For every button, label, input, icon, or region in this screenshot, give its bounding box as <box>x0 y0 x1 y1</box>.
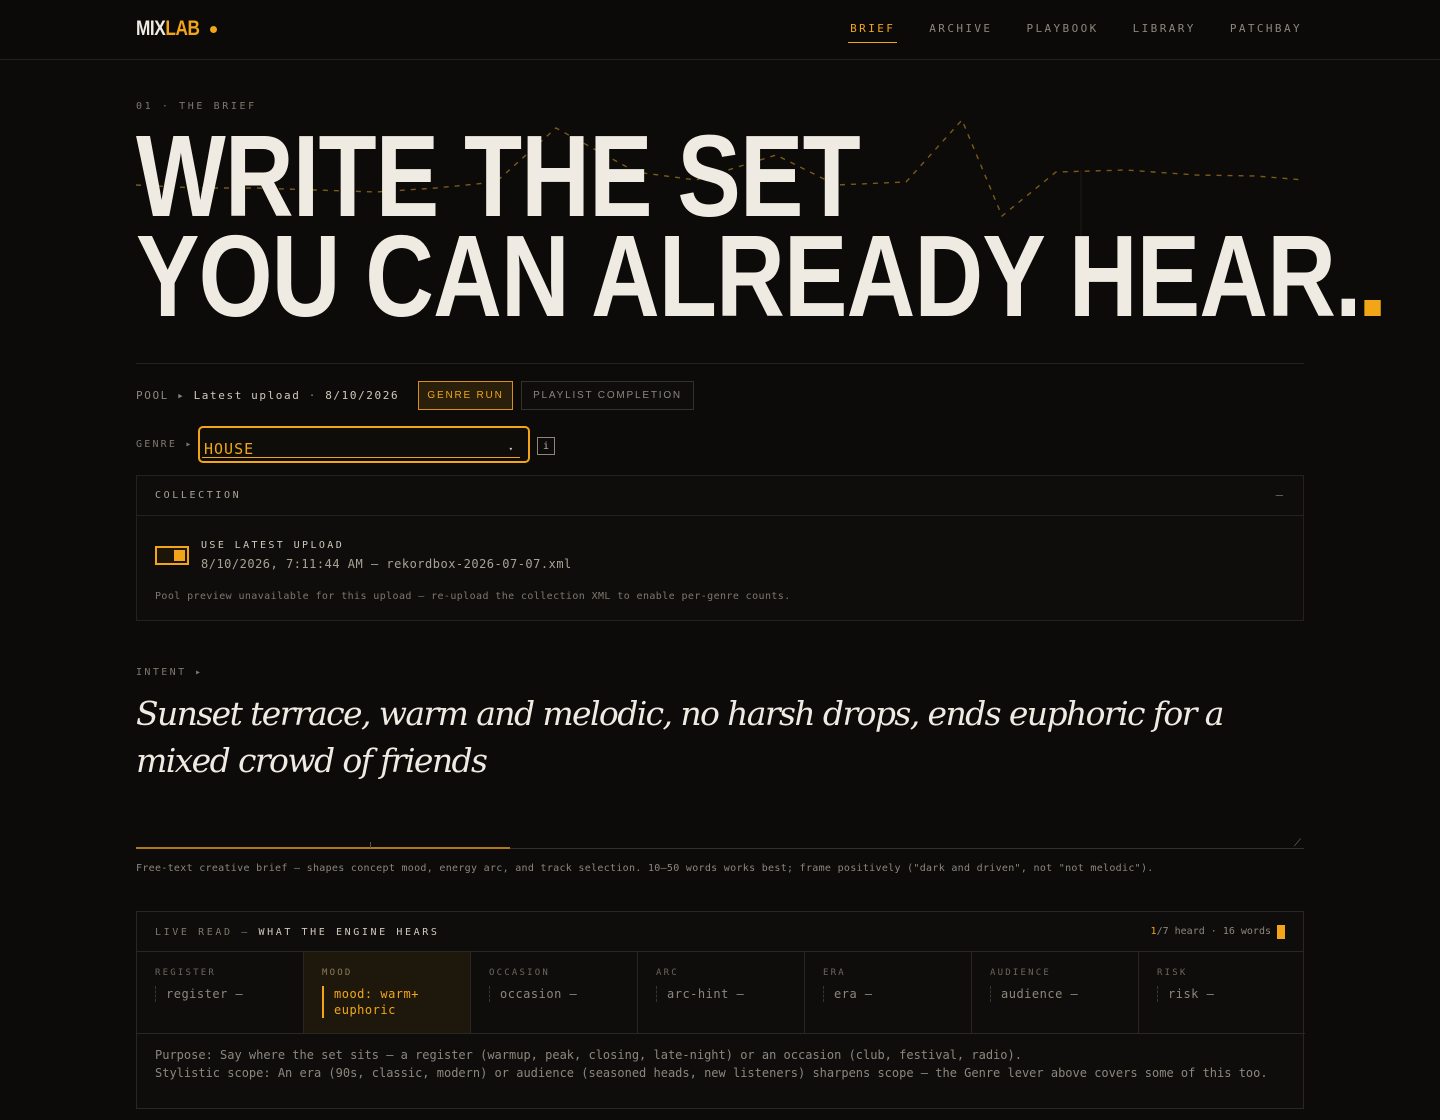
chevron-down-icon: ▾ <box>508 445 513 453</box>
pool-label: POOL ▸ <box>136 389 186 402</box>
pool-latest: Latest upload <box>193 389 301 402</box>
cell-register: REGISTER register — <box>137 952 304 1033</box>
cell-label: ERA <box>823 968 846 978</box>
cell-audience: AUDIENCE audience — <box>972 952 1139 1033</box>
use-latest-label: USE LATEST UPLOAD <box>201 540 345 551</box>
cell-value: risk — <box>1157 986 1214 1002</box>
cell-label: RISK <box>1157 968 1188 978</box>
cell-era: ERA era — <box>805 952 972 1033</box>
intent-helper-text: Free-text creative brief — shapes concep… <box>136 863 1154 874</box>
cell-value: audience — <box>990 986 1078 1002</box>
live-read-title: LIVE READ — WHAT THE ENGINE HEARS <box>155 927 439 938</box>
cell-label: OCCASION <box>489 968 550 978</box>
collection-title: COLLECTION <box>155 490 242 501</box>
collection-panel: COLLECTION — USE LATEST UPLOAD 8/10/2026… <box>136 475 1304 621</box>
cursor-square-icon <box>1364 300 1381 316</box>
main-nav: BRIEF ARCHIVE PLAYBOOK LIBRARY PATCHBAY <box>848 22 1302 43</box>
cell-label: ARC <box>656 968 679 978</box>
live-read-cells: REGISTER register — MOOD mood: warm+ eup… <box>137 952 1305 1034</box>
live-read-panel: LIVE READ — WHAT THE ENGINE HEARS 1/7 he… <box>136 911 1305 1109</box>
hero-line-2: YOU CAN ALREADY HEAR <box>136 211 1336 341</box>
genre-select-value: HOUSE <box>204 440 255 458</box>
playlist-completion-button[interactable]: PLAYLIST COMPLETION <box>521 381 694 410</box>
cell-arc: ARC arc-hint — <box>638 952 805 1033</box>
live-read-title-b: WHAT THE ENGINE HEARS <box>258 927 440 938</box>
intent-length-progress <box>136 847 510 849</box>
cell-value: register — <box>155 986 243 1002</box>
cell-risk: RISK risk — <box>1139 952 1305 1033</box>
cell-value: occasion — <box>489 986 577 1002</box>
pool-date: 8/10/2026 <box>325 389 400 402</box>
nav-library[interactable]: LIBRARY <box>1133 22 1196 43</box>
cell-label: MOOD <box>322 968 353 978</box>
intent-label: INTENT ▸ <box>136 667 204 678</box>
cell-value: mood: warm+ euphoric <box>322 986 432 1018</box>
logo-mix: MIX <box>136 17 166 40</box>
use-latest-toggle[interactable] <box>155 546 189 565</box>
genre-select-inner: HOUSE ▾ <box>202 432 520 458</box>
heard-counter: 1/7 heard · 16 words <box>1151 926 1271 937</box>
collapse-icon[interactable]: — <box>1276 488 1283 502</box>
word-count: · 16 words <box>1210 926 1271 937</box>
nav-patchbay[interactable]: PATCHBAY <box>1230 22 1302 43</box>
live-read-header: LIVE READ — WHAT THE ENGINE HEARS 1/7 he… <box>137 912 1303 952</box>
genre-select[interactable]: HOUSE ▾ <box>198 426 530 463</box>
logo-lab: LAB <box>165 17 200 40</box>
purpose-line-2: Stylistic scope: An era (90s, classic, m… <box>155 1066 1268 1080</box>
upload-meta: 8/10/2026, 7:11:44 AM — rekordbox-2026-0… <box>201 557 572 571</box>
pool-sep: · <box>308 389 317 402</box>
cell-occasion: OCCASION occasion — <box>471 952 638 1033</box>
live-read-title-a: LIVE READ — <box>155 927 250 938</box>
divider <box>136 363 1304 364</box>
hero-headline: WRITE THE SET YOU CAN ALREADY HEAR. <box>136 118 1381 334</box>
heard-total: /7 heard <box>1156 926 1205 937</box>
live-indicator-icon <box>1277 925 1285 939</box>
toggle-knob <box>174 550 185 561</box>
logo[interactable]: MIXLAB <box>136 17 200 41</box>
intent-textarea[interactable]: Sunset terrace, warm and melodic, no har… <box>136 690 1296 784</box>
cell-value: arc-hint — <box>656 986 744 1002</box>
cell-label: AUDIENCE <box>990 968 1051 978</box>
nav-brief[interactable]: BRIEF <box>848 22 898 43</box>
nav-archive[interactable]: ARCHIVE <box>929 22 992 43</box>
cell-label: REGISTER <box>155 968 216 978</box>
pool-preview-note: Pool preview unavailable for this upload… <box>155 591 791 602</box>
resize-handle-icon[interactable]: ⟋ <box>1294 838 1301 849</box>
cell-mood: MOOD mood: warm+ euphoric <box>304 952 471 1033</box>
purpose-line-1: Purpose: Say where the set sits — a regi… <box>155 1048 1022 1062</box>
intent-min-tick <box>370 842 371 848</box>
top-bar: MIXLAB BRIEF ARCHIVE PLAYBOOK LIBRARY PA… <box>0 0 1440 60</box>
genre-label: GENRE ▸ <box>136 439 194 450</box>
cell-value: era — <box>823 986 873 1002</box>
info-button[interactable]: i <box>537 437 555 455</box>
logo-dot-icon <box>210 26 217 33</box>
genre-run-button[interactable]: GENRE RUN <box>418 381 513 410</box>
collection-header[interactable]: COLLECTION — <box>137 476 1303 516</box>
purpose-text: Purpose: Say where the set sits — a regi… <box>155 1046 1275 1082</box>
nav-playbook[interactable]: PLAYBOOK <box>1026 22 1098 43</box>
pool-info: POOL ▸ Latest upload · 8/10/2026 <box>136 389 399 402</box>
